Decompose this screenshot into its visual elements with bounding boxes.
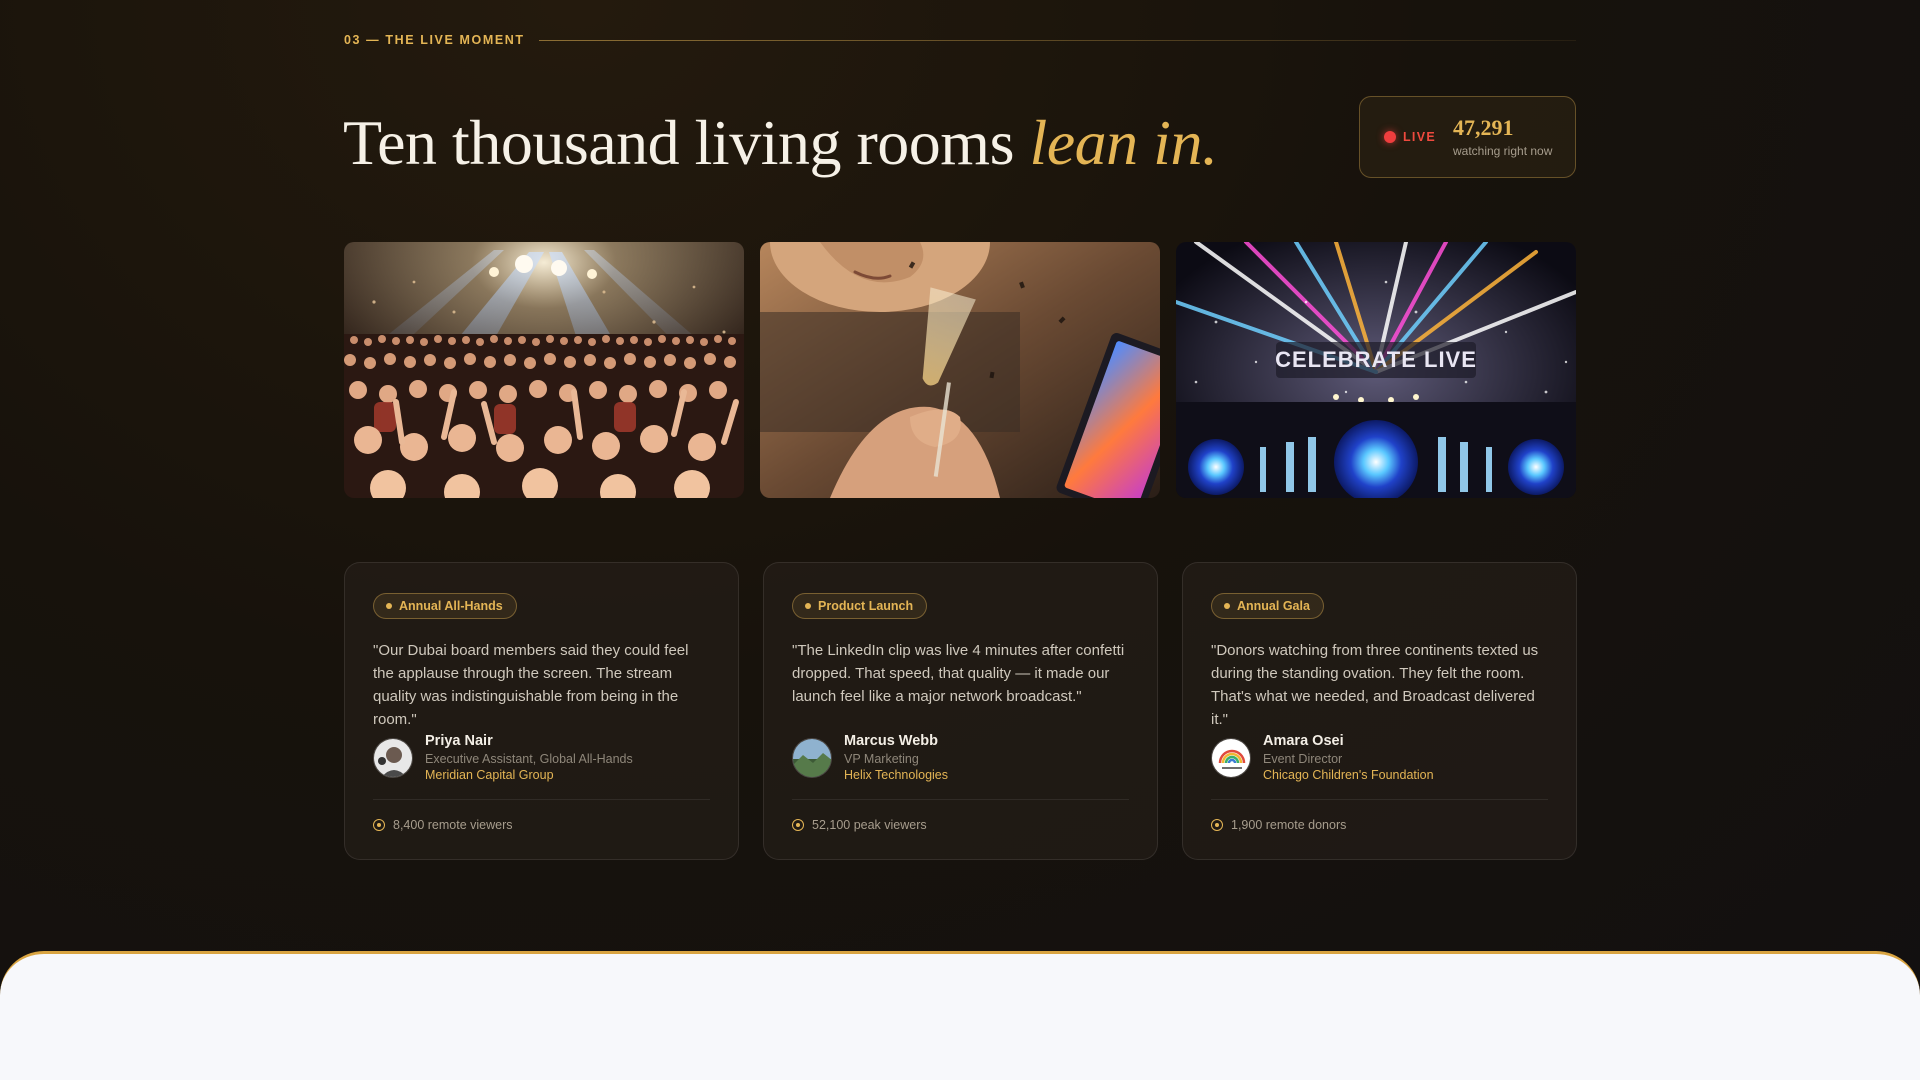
author-name: Marcus Webb: [844, 733, 939, 749]
avatar: [1211, 738, 1251, 778]
headline-accent: lean in.: [1029, 107, 1218, 178]
card-divider: [1211, 799, 1548, 800]
tag-dot-icon: [1224, 603, 1230, 609]
testimonial-card: Annual Gala "Donors watching from three …: [1182, 562, 1577, 860]
viewer-metric: 8,400 remote viewers: [373, 818, 513, 832]
metric-label: 52,100 peak viewers: [812, 818, 927, 832]
event-type-tag: Annual Gala: [1211, 593, 1324, 619]
event-type-tag: Annual All-Hands: [373, 593, 517, 619]
tag-label: Annual All-Hands: [399, 599, 503, 613]
champagne-viewer-photo: [760, 242, 1160, 498]
author-name: Amara Osei: [1263, 733, 1344, 749]
card-divider: [792, 799, 1129, 800]
photo-gallery: CELEBRATE LIVE: [344, 242, 1576, 498]
tag-dot-icon: [386, 603, 392, 609]
target-icon: [1211, 819, 1223, 831]
testimonial-quote: "Donors watching from three continents t…: [1211, 642, 1539, 728]
author-info: Marcus Webb VP Marketing Helix Technolog…: [844, 733, 948, 782]
concert-crowd-photo: [344, 242, 744, 498]
live-stats: 47,291 watching right now: [1452, 115, 1553, 158]
live-dot-icon: [1384, 131, 1396, 143]
testimonial-list: Annual All-Hands "Our Dubai board member…: [344, 562, 1577, 860]
live-viewer-caption: watching right now: [1452, 143, 1553, 158]
author-info: Priya Nair Executive Assistant, Global A…: [425, 733, 633, 782]
tag-label: Annual Gala: [1237, 599, 1310, 613]
avatar: [792, 738, 832, 778]
author-organization: Helix Technologies: [844, 768, 948, 782]
section-eyebrow: 03 — THE LIVE MOMENT: [344, 33, 525, 47]
author-organization: Chicago Children's Foundation: [1263, 768, 1434, 782]
page-headline: Ten thousand living rooms lean in.: [343, 106, 1218, 180]
viewer-metric: 1,900 remote donors: [1211, 818, 1346, 832]
next-section-panel: [0, 951, 1920, 1080]
metric-label: 1,900 remote donors: [1231, 818, 1347, 832]
viewer-metric: 52,100 peak viewers: [792, 818, 927, 832]
testimonial-author: Amara Osei Event Director Chicago Childr…: [1211, 733, 1434, 782]
target-icon: [373, 819, 385, 831]
author-role: VP Marketing: [844, 752, 919, 766]
tag-dot-icon: [805, 603, 811, 609]
testimonial-quote: "Our Dubai board members said they could…: [373, 642, 689, 728]
headline-main: Ten thousand living rooms: [343, 107, 1014, 178]
testimonial-author: Priya Nair Executive Assistant, Global A…: [373, 733, 633, 782]
target-icon: [792, 819, 804, 831]
eyebrow-divider: [538, 39, 1576, 41]
testimonial-card: Product Launch "The LinkedIn clip was li…: [763, 562, 1158, 860]
author-organization: Meridian Capital Group: [425, 768, 554, 782]
live-viewers-card: LIVE 47,291 watching right now: [1359, 96, 1576, 178]
event-type-tag: Product Launch: [792, 593, 928, 619]
stage-sign-text: CELEBRATE LIVE: [1275, 347, 1477, 372]
card-divider: [373, 799, 710, 800]
metric-label: 8,400 remote viewers: [393, 818, 513, 832]
celebrate-live-stage-photo: CELEBRATE LIVE: [1176, 242, 1576, 498]
avatar: [373, 738, 413, 778]
tag-label: Product Launch: [818, 599, 914, 613]
author-role: Event Director: [1263, 752, 1343, 766]
author-name: Priya Nair: [425, 733, 493, 749]
testimonial-author: Marcus Webb VP Marketing Helix Technolog…: [792, 733, 948, 782]
live-label: LIVE: [1403, 130, 1436, 144]
author-info: Amara Osei Event Director Chicago Childr…: [1263, 733, 1434, 782]
live-viewer-count: 47,291: [1452, 115, 1514, 141]
author-role: Executive Assistant, Global All-Hands: [425, 752, 633, 766]
testimonial-quote: "The LinkedIn clip was live 4 minutes af…: [792, 642, 1125, 705]
section-header: 03 — THE LIVE MOMENT: [344, 33, 1576, 47]
testimonial-card: Annual All-Hands "Our Dubai board member…: [344, 562, 739, 860]
